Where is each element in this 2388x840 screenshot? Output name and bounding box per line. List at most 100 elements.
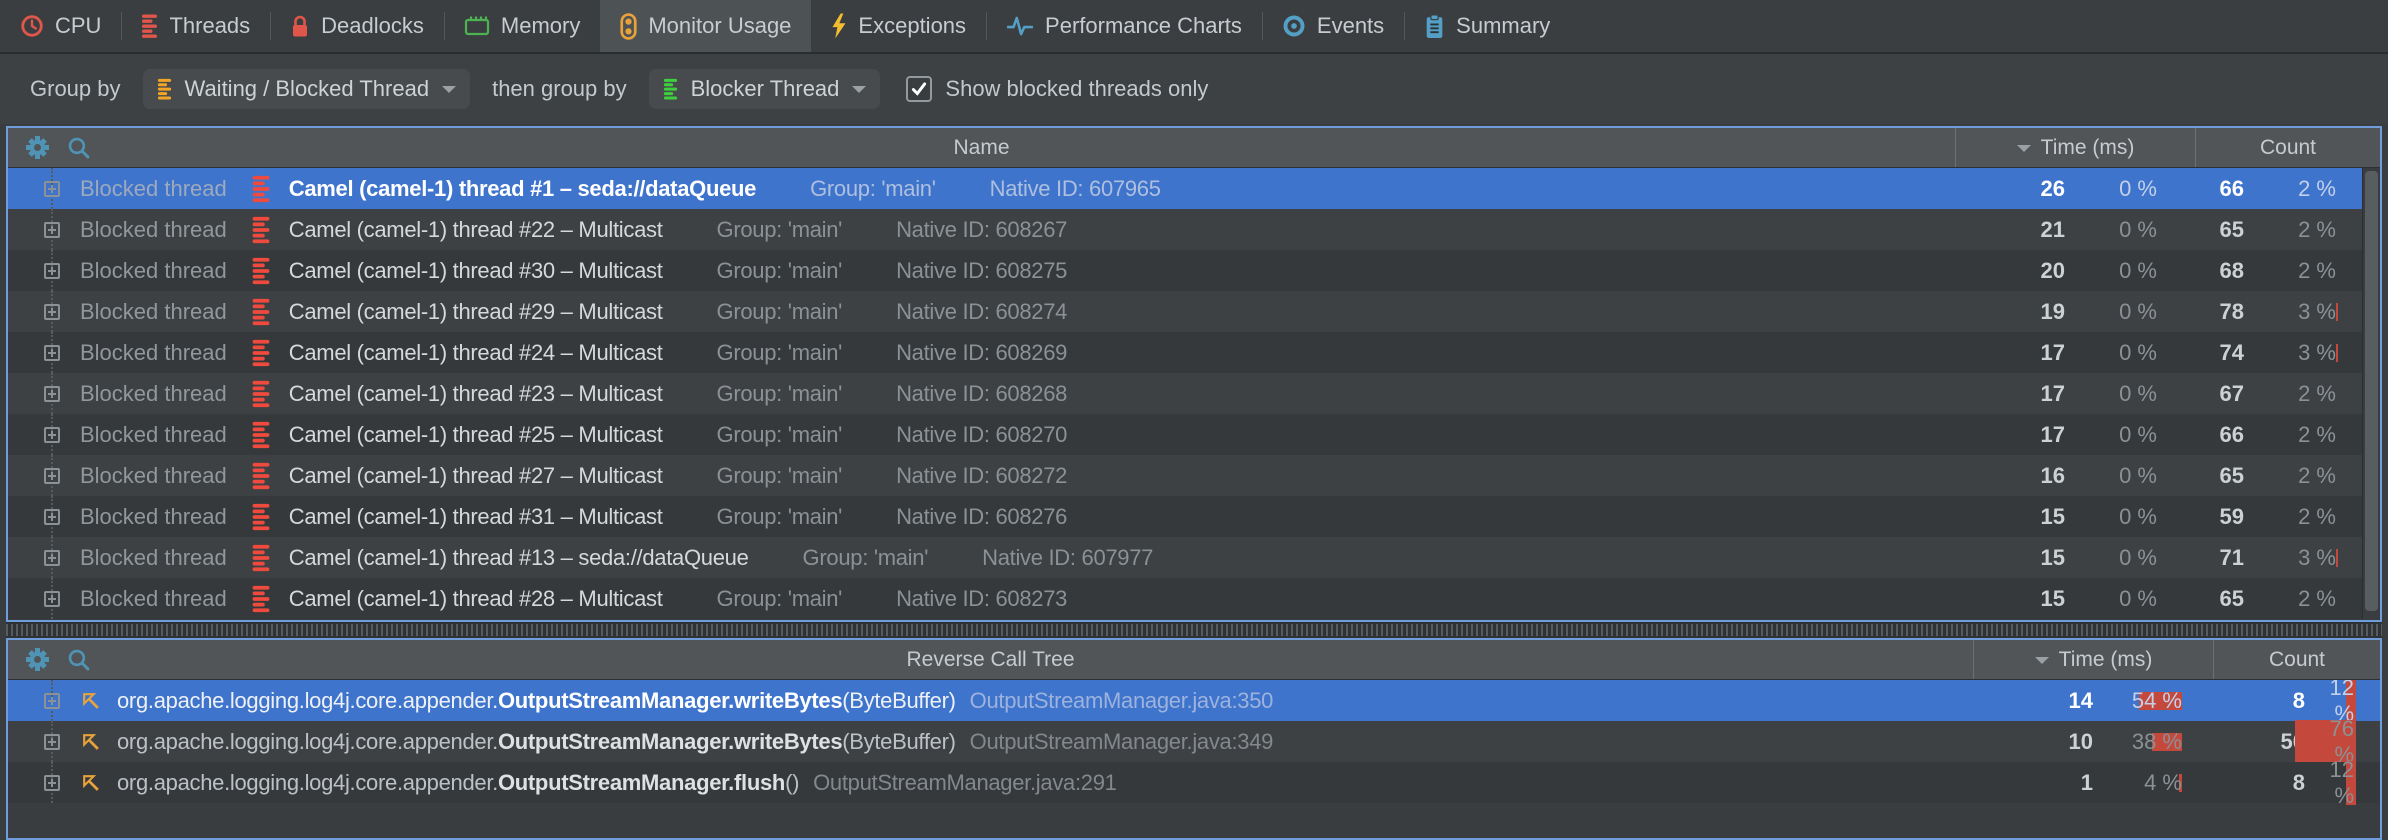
blocked-thread-label: Blocked thread [80, 217, 227, 243]
count-percent: 2 % [2290, 422, 2362, 448]
expand-icon[interactable] [44, 181, 60, 197]
thread-group: Group: 'main' [717, 217, 843, 243]
search-icon[interactable] [67, 136, 90, 159]
count-value: 65 [2195, 586, 2290, 612]
thread-row[interactable]: Blocked thread Camel (camel-1) thread #1… [8, 168, 2380, 209]
show-blocked-checkbox[interactable] [906, 76, 932, 102]
blocked-thread-icon [251, 216, 271, 244]
tab-memory[interactable]: Memory [444, 0, 600, 52]
time-percent: 0 % [2105, 504, 2195, 530]
count-percent: 3 % [2290, 545, 2362, 571]
blocked-thread-icon [251, 421, 271, 449]
tab-summary[interactable]: Summary [1404, 0, 1570, 52]
expand-icon[interactable] [44, 263, 60, 279]
search-icon[interactable] [67, 648, 90, 671]
call-tree-row[interactable]: org.apache.logging.log4j.core.appender.O… [8, 680, 2380, 721]
blocker-thread-icon [663, 77, 678, 101]
thread-name: Camel (camel-1) thread #23 – Multicast [289, 381, 663, 407]
gear-icon[interactable] [26, 136, 49, 159]
thread-native-id: Native ID: 608274 [896, 299, 1067, 325]
tab-exceptions[interactable]: Exceptions [811, 0, 986, 52]
time-percent: 0 % [2105, 217, 2195, 243]
time-percent: 0 % [2105, 381, 2195, 407]
count-value: 68 [2195, 258, 2290, 284]
tab-deadlocks[interactable]: Deadlocks [270, 0, 444, 52]
thread-name: Camel (camel-1) thread #29 – Multicast [289, 299, 663, 325]
thread-native-id: Native ID: 608276 [896, 504, 1067, 530]
thread-native-id: Native ID: 608272 [896, 463, 1067, 489]
method-package: org.apache.logging.log4j.core.appender. [117, 688, 498, 714]
tab-monitor-usage[interactable]: Monitor Usage [600, 0, 811, 52]
tab-threads[interactable]: Threads [121, 0, 270, 52]
tab-performance-charts[interactable]: Performance Charts [986, 0, 1262, 52]
thread-native-id: Native ID: 608268 [896, 381, 1067, 407]
count-column-header[interactable]: Count [2195, 128, 2380, 167]
count-column-header[interactable]: Count [2213, 640, 2380, 679]
time-column-header[interactable]: Time (ms) [1955, 128, 2195, 167]
time-value: 15 [1955, 545, 2105, 571]
tab-label: Summary [1456, 13, 1550, 39]
time-percent: 0 % [2105, 463, 2195, 489]
source-location: OutputStreamManager.java:350 [970, 688, 1273, 714]
thread-row[interactable]: Blocked thread Camel (camel-1) thread #2… [8, 455, 2380, 496]
group-by-select-primary[interactable]: Waiting / Blocked Thread [143, 69, 471, 109]
call-tree-row[interactable]: org.apache.logging.log4j.core.appender.O… [8, 721, 2380, 762]
summary-icon [1424, 14, 1445, 39]
checkmark-icon [910, 80, 928, 98]
thread-group: Group: 'main' [717, 381, 843, 407]
expand-icon[interactable] [44, 345, 60, 361]
expand-icon[interactable] [44, 222, 60, 238]
count-value: 59 [2195, 504, 2290, 530]
thread-row[interactable]: Blocked thread Camel (camel-1) thread #2… [8, 578, 2380, 619]
vertical-scrollbar[interactable] [2362, 168, 2380, 619]
group-by-select-secondary[interactable]: Blocker Thread [649, 69, 881, 109]
tab-events[interactable]: Events [1262, 0, 1404, 52]
thread-row[interactable]: Blocked thread Camel (camel-1) thread #2… [8, 291, 2380, 332]
source-location: OutputStreamManager.java:349 [970, 729, 1273, 755]
thread-row[interactable]: Blocked thread Camel (camel-1) thread #3… [8, 496, 2380, 537]
thread-row[interactable]: Blocked thread Camel (camel-1) thread #2… [8, 209, 2380, 250]
blocked-thread-icon [251, 298, 271, 326]
name-column-header[interactable]: Name [8, 136, 1955, 160]
scrollbar-thumb[interactable] [2365, 171, 2378, 611]
time-value: 14 [1973, 688, 2123, 714]
expand-icon[interactable] [44, 775, 60, 791]
time-column-header[interactable]: Time (ms) [1973, 640, 2213, 679]
show-blocked-label[interactable]: Show blocked threads only [945, 76, 1208, 102]
thread-name: Camel (camel-1) thread #25 – Multicast [289, 422, 663, 448]
time-percent: 0 % [2105, 258, 2195, 284]
expand-icon[interactable] [44, 550, 60, 566]
time-value: 20 [1955, 258, 2105, 284]
expand-icon[interactable] [44, 304, 60, 320]
threads-table-rows: Blocked thread Camel (camel-1) thread #1… [8, 168, 2380, 619]
horizontal-scrollbar[interactable] [6, 622, 2382, 638]
call-tree-row[interactable]: org.apache.logging.log4j.core.appender.O… [8, 762, 2380, 803]
blocked-thread-label: Blocked thread [80, 586, 227, 612]
expand-icon[interactable] [44, 509, 60, 525]
time-percent: 0 % [2105, 422, 2195, 448]
thread-row[interactable]: Blocked thread Camel (camel-1) thread #2… [8, 332, 2380, 373]
method-name: OutputStreamManager.writeBytes [498, 688, 842, 714]
chevron-down-icon [442, 86, 456, 100]
expand-icon[interactable] [44, 734, 60, 750]
expand-icon[interactable] [44, 427, 60, 443]
count-percent: 2 % [2290, 586, 2362, 612]
expand-icon[interactable] [44, 693, 60, 709]
thread-row[interactable]: Blocked thread Camel (camel-1) thread #2… [8, 414, 2380, 455]
gear-icon[interactable] [26, 648, 49, 671]
count-value: 8 [2213, 688, 2308, 714]
blocked-thread-icon [251, 175, 271, 203]
thread-row[interactable]: Blocked thread Camel (camel-1) thread #1… [8, 537, 2380, 578]
thread-name: Camel (camel-1) thread #22 – Multicast [289, 217, 663, 243]
count-value: 50 [2213, 729, 2308, 755]
tab-cpu[interactable]: CPU [0, 0, 121, 52]
expand-icon[interactable] [44, 386, 60, 402]
time-value: 26 [1955, 176, 2105, 202]
tab-label: Exceptions [858, 13, 966, 39]
thread-row[interactable]: Blocked thread Camel (camel-1) thread #2… [8, 373, 2380, 414]
thread-name: Camel (camel-1) thread #24 – Multicast [289, 340, 663, 366]
reverse-call-tree-panel: Reverse Call Tree Time (ms) Count org.ap… [6, 638, 2382, 840]
expand-icon[interactable] [44, 468, 60, 484]
thread-row[interactable]: Blocked thread Camel (camel-1) thread #3… [8, 250, 2380, 291]
expand-icon[interactable] [44, 591, 60, 607]
